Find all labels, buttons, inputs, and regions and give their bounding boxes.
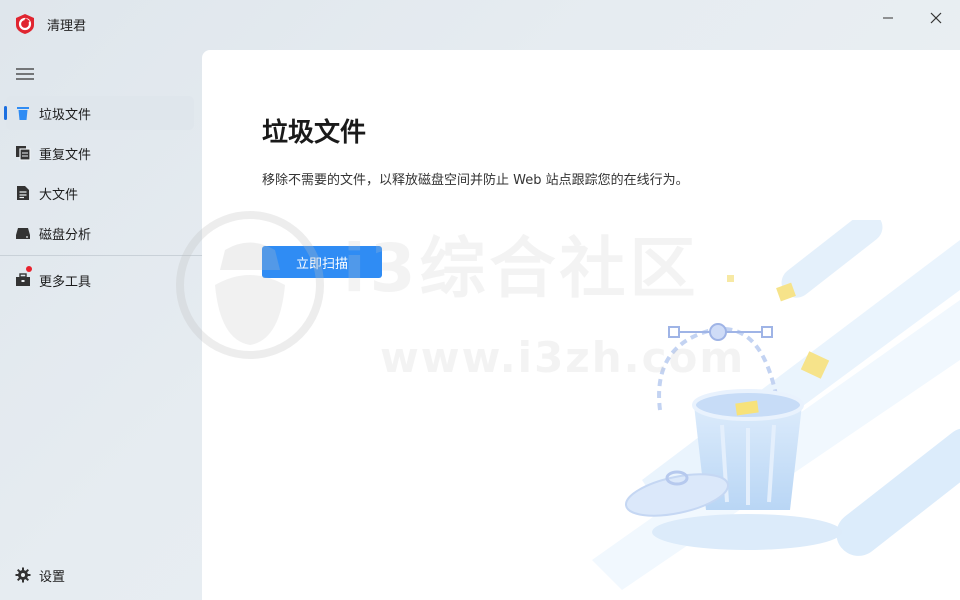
menu-icon[interactable]: [16, 68, 34, 80]
duplicate-files-icon: [16, 146, 31, 161]
scan-now-button[interactable]: 立即扫描: [262, 246, 382, 278]
sidebar-item-label: 设置: [39, 570, 66, 585]
sidebar-item-label: 大文件: [39, 188, 79, 203]
minimize-button[interactable]: [868, 4, 908, 32]
sidebar: 垃圾文件 重复文件 大文件 磁盘分析 更多工具 设置: [0, 48, 202, 600]
sidebar-item-label: 磁盘分析: [39, 228, 92, 243]
close-button[interactable]: [916, 4, 956, 32]
sidebar-divider: [0, 255, 202, 256]
app-title: 清理君: [47, 19, 87, 34]
sidebar-item-duplicate-files[interactable]: 重复文件: [6, 136, 194, 170]
toolbox-icon: [16, 273, 30, 286]
app-logo-icon: [16, 14, 34, 34]
trash-icon: [17, 107, 29, 120]
sidebar-item-more-tools[interactable]: 更多工具: [6, 263, 194, 297]
sidebar-item-settings[interactable]: 设置: [6, 558, 194, 592]
title-bar: 清理君: [0, 0, 960, 48]
sidebar-item-disk-analysis[interactable]: 磁盘分析: [6, 216, 194, 250]
sidebar-item-label: 更多工具: [39, 275, 92, 290]
page-title: 垃圾文件: [262, 118, 367, 148]
sidebar-item-label: 垃圾文件: [39, 108, 92, 123]
sidebar-item-label: 重复文件: [39, 148, 92, 163]
page-description: 移除不需要的文件，以释放磁盘空间并防止 Web 站点跟踪您的在线行为。: [262, 173, 689, 188]
minimize-icon: [883, 17, 893, 19]
gear-icon: [15, 567, 31, 583]
sidebar-item-junk-files[interactable]: 垃圾文件: [4, 96, 194, 130]
sidebar-item-large-files[interactable]: 大文件: [6, 176, 194, 210]
disk-icon: [16, 228, 30, 239]
close-icon: [930, 12, 942, 24]
main-content: 垃圾文件 移除不需要的文件，以释放磁盘空间并防止 Web 站点跟踪您的在线行为。…: [202, 50, 960, 600]
large-file-icon: [17, 186, 29, 200]
trash-bin-illustration: [592, 220, 960, 590]
notification-badge: [26, 266, 32, 272]
